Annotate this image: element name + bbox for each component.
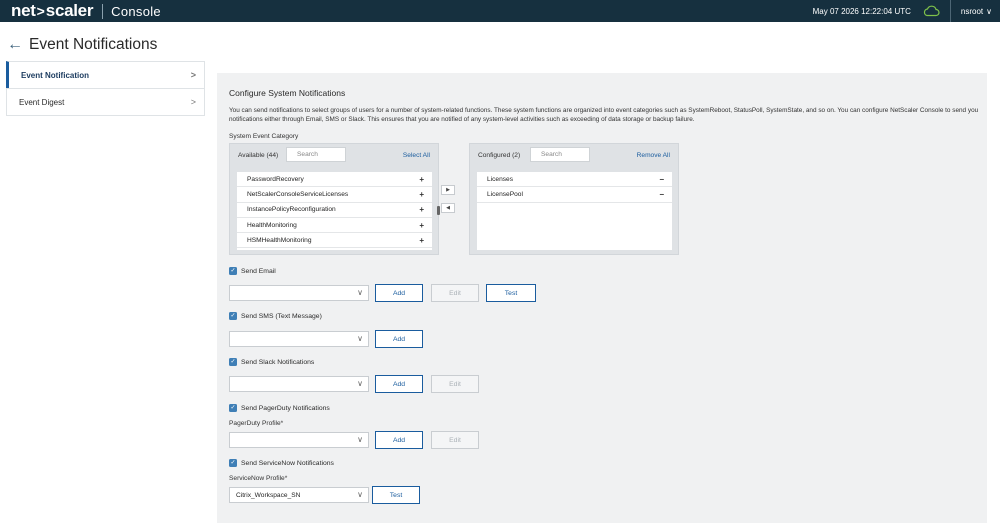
servicenow-profile-select[interactable]: Citrix_Workspace_SN ∨ (229, 487, 369, 503)
select-value: Citrix_Workspace_SN (236, 492, 301, 499)
email-distribution-select[interactable]: ∨ (229, 285, 369, 301)
list-item[interactable]: NetScalerConsoleServiceLicenses + (237, 187, 432, 203)
servicenow-profile-label: ServiceNow Profile* (229, 475, 288, 482)
configured-items: Licenses − LicensePool − (477, 172, 672, 250)
brand-arrow: > (36, 3, 45, 19)
select-all-link[interactable]: Select All (403, 152, 430, 159)
brand-scaler: scaler (45, 1, 94, 20)
back-arrow-icon[interactable]: ← (7, 37, 23, 53)
send-servicenow-label: Send ServiceNow Notifications (241, 459, 334, 467)
send-pagerduty-checkbox[interactable]: ✓ (229, 404, 237, 412)
chevron-right-icon: > (190, 70, 196, 80)
remove-all-link[interactable]: Remove All (637, 152, 670, 159)
sidebar-item-label: Event Notification (21, 70, 90, 80)
section-description: You can send notifications to select gro… (229, 107, 979, 123)
email-edit-button[interactable]: Edit (431, 284, 479, 302)
list-item[interactable]: HSMHealthMonitoring + (237, 233, 432, 249)
sidebar-item-label: Event Digest (19, 97, 65, 107)
list-item[interactable]: PasswordRecovery + (237, 172, 432, 188)
cloud-icon[interactable] (923, 5, 940, 17)
email-add-button[interactable]: Add (375, 284, 423, 302)
move-left-button[interactable]: ◀ (441, 203, 455, 213)
page-title: Event Notifications (29, 36, 158, 53)
sms-distribution-select[interactable]: ∨ (229, 331, 369, 347)
remove-icon[interactable]: − (659, 190, 664, 199)
send-email-checkbox[interactable]: ✓ (229, 267, 237, 275)
product-name: Console (111, 3, 161, 19)
list-item[interactable]: Licenses − (477, 172, 672, 188)
chevron-down-icon: ∨ (357, 435, 363, 444)
list-item-label: Licenses (487, 175, 514, 183)
email-test-button[interactable]: Test (486, 284, 536, 302)
available-search-input[interactable]: Search (286, 147, 346, 162)
send-pagerduty-label: Send PagerDuty Notifications (241, 404, 330, 412)
sidebar: Event Notification > Event Digest > (6, 61, 205, 116)
send-sms-checkbox-row[interactable]: ✓ Send SMS (Text Message) (229, 312, 322, 320)
chevron-down-icon: ∨ (357, 490, 363, 499)
pagerduty-profile-select[interactable]: ∨ (229, 432, 369, 448)
list-item-label: LicensePool (487, 190, 523, 198)
user-menu[interactable]: nsroot ∨ (961, 7, 992, 16)
configured-list: Configured (2) Search Remove All License… (469, 143, 679, 255)
list-item-label: NetScalerConsoleServiceLicenses (247, 190, 349, 198)
send-sms-label: Send SMS (Text Message) (241, 312, 322, 320)
add-icon[interactable]: + (419, 221, 424, 230)
brand-divider (102, 3, 104, 19)
chevron-down-icon: ∨ (357, 288, 363, 297)
list-item[interactable]: HealthMonitoring + (237, 218, 432, 234)
chevron-right-icon: > (190, 97, 196, 107)
sms-add-button[interactable]: Add (375, 330, 423, 348)
scrollbar-thumb[interactable] (437, 206, 440, 215)
netscaler-logo[interactable]: net > scaler (11, 1, 93, 21)
send-slack-checkbox[interactable]: ✓ (229, 358, 237, 366)
add-icon[interactable]: + (419, 175, 424, 184)
section-title: Configure System Notifications (229, 88, 346, 98)
chevron-down-icon: ∨ (986, 6, 992, 16)
topbar-divider (949, 0, 951, 22)
add-icon[interactable]: + (419, 205, 424, 214)
list-item-label: HSMHealthMonitoring (247, 236, 312, 244)
send-slack-checkbox-row[interactable]: ✓ Send Slack Notifications (229, 358, 314, 366)
configured-search-input[interactable]: Search (530, 147, 590, 162)
move-right-button[interactable]: ▶ (441, 185, 455, 195)
system-event-category-label: System Event Category (229, 133, 299, 140)
list-item[interactable]: InstancePolicyReconfiguration + (237, 203, 432, 218)
available-items: PasswordRecovery + NetScalerConsoleServic… (237, 172, 432, 250)
remove-icon[interactable]: − (659, 175, 664, 184)
slack-edit-button[interactable]: Edit (431, 375, 479, 393)
chevron-down-icon: ∨ (357, 379, 363, 388)
pagerduty-add-button[interactable]: Add (375, 431, 423, 449)
available-list: Available (44) Search Select All Passwor… (229, 143, 440, 255)
notification-config-panel: Configure System Notifications You can s… (217, 73, 987, 523)
send-pagerduty-checkbox-row[interactable]: ✓ Send PagerDuty Notifications (229, 404, 330, 412)
list-item-label: InstancePolicyReconfiguration (247, 206, 336, 214)
list-item[interactable]: LicensePool − (477, 187, 672, 203)
send-sms-checkbox[interactable]: ✓ (229, 312, 237, 320)
send-email-label: Send Email (241, 267, 276, 275)
pagerduty-profile-label: PagerDuty Profile* (229, 420, 284, 427)
sidebar-item-event-notification[interactable]: Event Notification > (6, 61, 205, 89)
send-servicenow-checkbox[interactable]: ✓ (229, 459, 237, 467)
add-icon[interactable]: + (419, 190, 424, 199)
brand-net: net (11, 1, 36, 20)
send-slack-label: Send Slack Notifications (241, 358, 315, 366)
slack-add-button[interactable]: Add (375, 375, 423, 393)
slack-profile-select[interactable]: ∨ (229, 376, 369, 392)
page-header: ← Event Notifications (7, 36, 157, 54)
chevron-down-icon: ∨ (357, 334, 363, 343)
pagerduty-edit-button[interactable]: Edit (431, 431, 479, 449)
send-servicenow-checkbox-row[interactable]: ✓ Send ServiceNow Notifications (229, 459, 334, 467)
send-email-checkbox-row[interactable]: ✓ Send Email (229, 267, 276, 275)
username: nsroot (960, 6, 984, 16)
datetime: May 07 2026 12:22:04 UTC (812, 6, 911, 16)
top-bar: net > scaler Console May 07 2026 12:22:0… (0, 0, 1000, 22)
configured-list-title: Configured (2) (478, 152, 521, 159)
sidebar-item-event-digest[interactable]: Event Digest > (6, 88, 205, 116)
servicenow-test-button[interactable]: Test (372, 486, 420, 504)
list-item-label: PasswordRecovery (247, 175, 304, 183)
list-item-label: HealthMonitoring (247, 221, 297, 229)
add-icon[interactable]: + (419, 236, 424, 245)
available-list-title: Available (44) (238, 152, 279, 159)
